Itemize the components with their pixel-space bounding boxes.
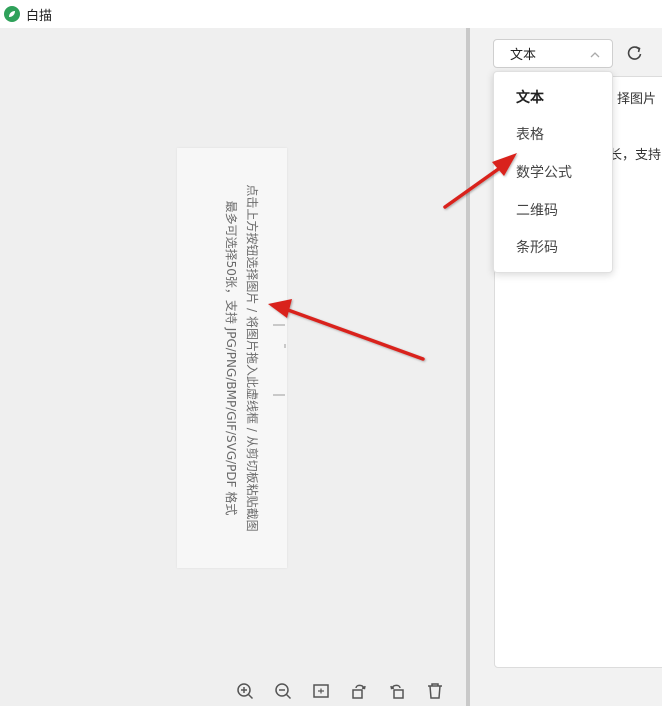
title-bar: 白描 (0, 0, 662, 28)
drop-hint-line2: 最多可选择50张，支持 JPG/PNG/BMP/GIF/SVG/PDF 格式 (224, 200, 238, 516)
drop-hint-line1: 点击上方按钮选择图片 / 将图片拖入此虚线框 / 从剪切板粘贴截图 (245, 184, 259, 532)
image-toolbar (234, 680, 446, 702)
chevron-up-icon (590, 49, 600, 59)
menu-item-text[interactable]: 文本 (494, 81, 612, 115)
delete-icon[interactable] (424, 680, 446, 702)
card-tick (284, 344, 286, 348)
refresh-icon[interactable] (626, 44, 644, 62)
card-tick (273, 324, 285, 326)
recognition-type-select[interactable]: 文本 (493, 39, 613, 68)
recognition-type-menu: 文本 表格 数学公式 二维码 条形码 (493, 71, 613, 273)
rotate-left-icon[interactable] (386, 680, 408, 702)
menu-item-formula[interactable]: 数学公式 (494, 156, 612, 190)
menu-item-qrcode[interactable]: 二维码 (494, 194, 612, 228)
rotate-right-icon[interactable] (348, 680, 370, 702)
result-text-line: 择图片 (617, 92, 657, 107)
drop-placeholder-card[interactable]: 点击上方按钮选择图片 / 将图片拖入此虚线框 / 从剪切板粘贴截图 最多可选择5… (177, 148, 287, 568)
fit-icon[interactable] (310, 680, 332, 702)
zoom-in-icon[interactable] (234, 680, 256, 702)
menu-item-barcode[interactable]: 条形码 (494, 231, 612, 265)
zoom-out-icon[interactable] (272, 680, 294, 702)
drop-hint-text: 点击上方按钮选择图片 / 将图片拖入此虚线框 / 从剪切板粘贴截图 最多可选择5… (202, 158, 262, 558)
leaf-logo-icon (4, 6, 20, 22)
card-tick (273, 394, 285, 396)
menu-item-table[interactable]: 表格 (494, 118, 612, 152)
app-title: 白描 (26, 8, 53, 24)
select-value: 文本 (510, 48, 537, 63)
result-text-line: 长，支持 (609, 148, 662, 163)
